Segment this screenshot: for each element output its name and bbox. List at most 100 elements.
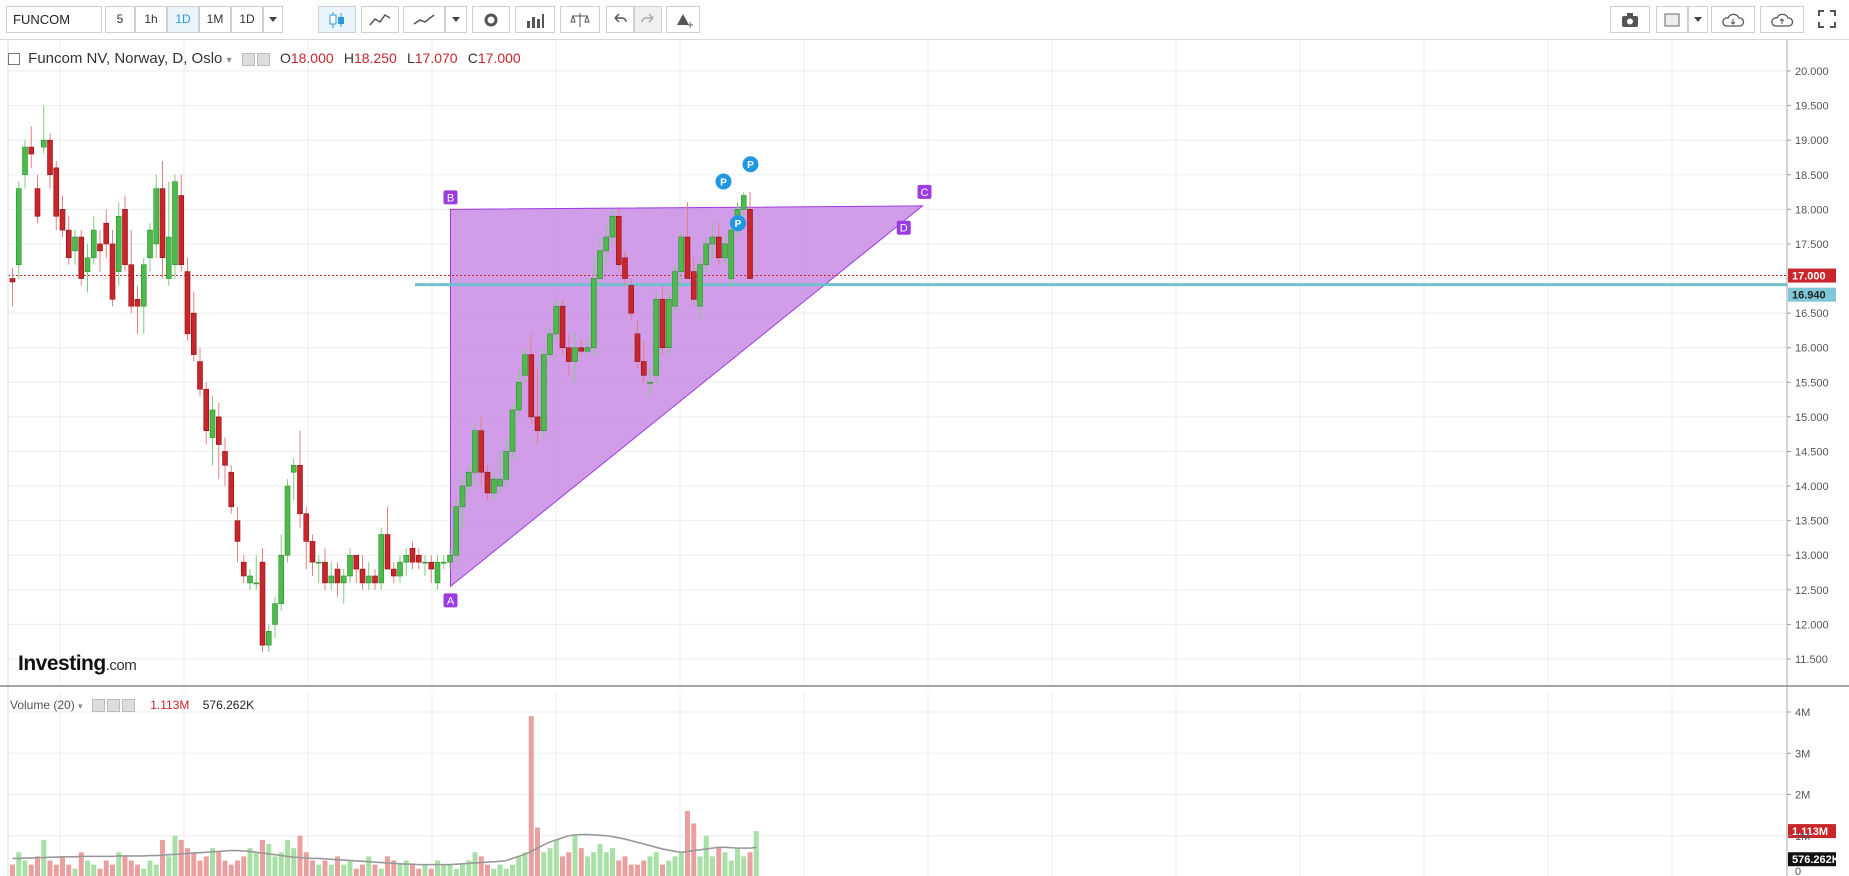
candle-up: [378, 534, 385, 584]
pattern-label-b: B: [447, 192, 454, 204]
settings-button[interactable]: [472, 6, 510, 33]
fullscreen-button[interactable]: [1810, 6, 1844, 33]
candle-down: [622, 257, 628, 279]
indicators-button[interactable]: [515, 6, 555, 33]
layout-button[interactable]: [1656, 6, 1688, 33]
eye-icon[interactable]: [241, 52, 255, 66]
line-style-button[interactable]: [403, 6, 445, 33]
candle-down: [9, 278, 16, 283]
candle-down: [34, 188, 41, 217]
chevron-down-icon[interactable]: ▾: [78, 701, 83, 711]
volume-bar: [316, 864, 322, 876]
collapse-legend-icon[interactable]: [8, 53, 20, 66]
volume-bar: [460, 864, 465, 876]
interval-custom-button[interactable]: 1D: [231, 6, 263, 33]
indicators-icon: [527, 14, 544, 28]
candle-up: [40, 139, 47, 148]
candle-down: [322, 561, 328, 584]
volume-bar: [535, 827, 540, 876]
candle-up: [340, 575, 347, 584]
cloud-save-button[interactable]: [1760, 6, 1804, 33]
gear-icon[interactable]: [256, 52, 270, 66]
volume-bar: [453, 868, 459, 876]
volume-bar: [697, 856, 703, 876]
grid: [8, 40, 1787, 686]
volume-bar: [547, 848, 553, 876]
volume-bar: [122, 856, 128, 876]
candle-up: [697, 264, 703, 307]
interval-dropdown-button[interactable]: [263, 6, 283, 33]
pattern-label-a: A: [447, 595, 455, 607]
open-value: 18.000: [290, 50, 334, 66]
candle-down: [690, 271, 697, 300]
eye-icon[interactable]: [91, 699, 105, 713]
price-tick-label: 14.000: [1795, 481, 1829, 493]
undo-button[interactable]: [606, 6, 634, 33]
candle-down: [28, 146, 35, 155]
candles-style-button[interactable]: [318, 6, 356, 33]
volume-bar: [641, 860, 647, 876]
alert-button[interactable]: +: [666, 6, 700, 33]
volume-bar: [660, 864, 665, 876]
volume-bar: [603, 852, 609, 876]
cloud-upload-icon: [1771, 13, 1794, 27]
interval-1d-button[interactable]: 1D: [167, 6, 199, 33]
candle-up: [84, 257, 91, 272]
candle-down: [334, 568, 341, 584]
candle-up: [72, 236, 78, 252]
candle-down: [78, 236, 85, 279]
layout-dropdown-button[interactable]: [1688, 6, 1708, 33]
candle-up: [153, 188, 160, 245]
candle-up: [509, 409, 516, 452]
volume-bar: [735, 848, 740, 876]
chart-canvas[interactable]: A B C D P P P 11.500 12.000 12.500 13.000 13.500 14…: [0, 40, 1849, 876]
candle-up: [165, 236, 172, 279]
volume-bar: [591, 852, 597, 876]
symbol-input[interactable]: FUNCOM: [6, 6, 102, 33]
compare-button[interactable]: [560, 6, 600, 33]
close-icon[interactable]: [121, 699, 135, 713]
volume-bar: [628, 864, 634, 876]
price-tick-label: 16.500: [1795, 308, 1829, 320]
candle-up: [172, 181, 178, 265]
candle-down: [109, 243, 116, 300]
volume-bar: [722, 852, 728, 876]
volume-tick-label: 3M: [1795, 748, 1810, 760]
candle-down: [528, 354, 535, 418]
candle-down: [484, 471, 491, 494]
candle-up: [609, 215, 616, 238]
volume-bar: [360, 864, 365, 876]
volume-bars: [10, 716, 759, 876]
area-style-button[interactable]: [361, 6, 399, 33]
triangle-pattern[interactable]: [8, 205, 1787, 588]
level-price-badge: 16.940: [1792, 290, 1826, 302]
candle-down: [134, 298, 141, 307]
price-tick-label: 12.000: [1795, 619, 1829, 631]
interval-1m-button[interactable]: 1M: [199, 6, 231, 33]
volume-bar: [472, 852, 478, 876]
cloud-load-button[interactable]: [1711, 6, 1755, 33]
area-chart-icon: [369, 14, 391, 26]
redo-icon: [641, 13, 654, 23]
chart-style-dropdown-button[interactable]: [445, 6, 467, 33]
candle-up: [672, 271, 678, 307]
candle-down: [615, 215, 622, 265]
chevron-down-icon[interactable]: ▾: [227, 55, 232, 66]
volume-bar: [416, 868, 422, 876]
gear-icon[interactable]: [106, 699, 120, 713]
candle-down: [203, 388, 210, 432]
snapshot-button[interactable]: [1610, 6, 1650, 33]
volume-grid: [8, 692, 1787, 876]
candle-down: [640, 361, 647, 376]
candles-icon: [329, 12, 344, 28]
candle-down: [215, 416, 222, 445]
redo-button[interactable]: [634, 6, 662, 33]
interval-5-button[interactable]: 5: [105, 6, 135, 33]
square-icon: [1664, 13, 1680, 27]
high-value: 18.250: [353, 50, 397, 66]
volume-bar: [610, 848, 615, 876]
interval-1h-button[interactable]: 1h: [135, 6, 167, 33]
candle-up: [272, 603, 278, 625]
candle-down: [65, 229, 72, 259]
volume-bar: [216, 852, 222, 876]
